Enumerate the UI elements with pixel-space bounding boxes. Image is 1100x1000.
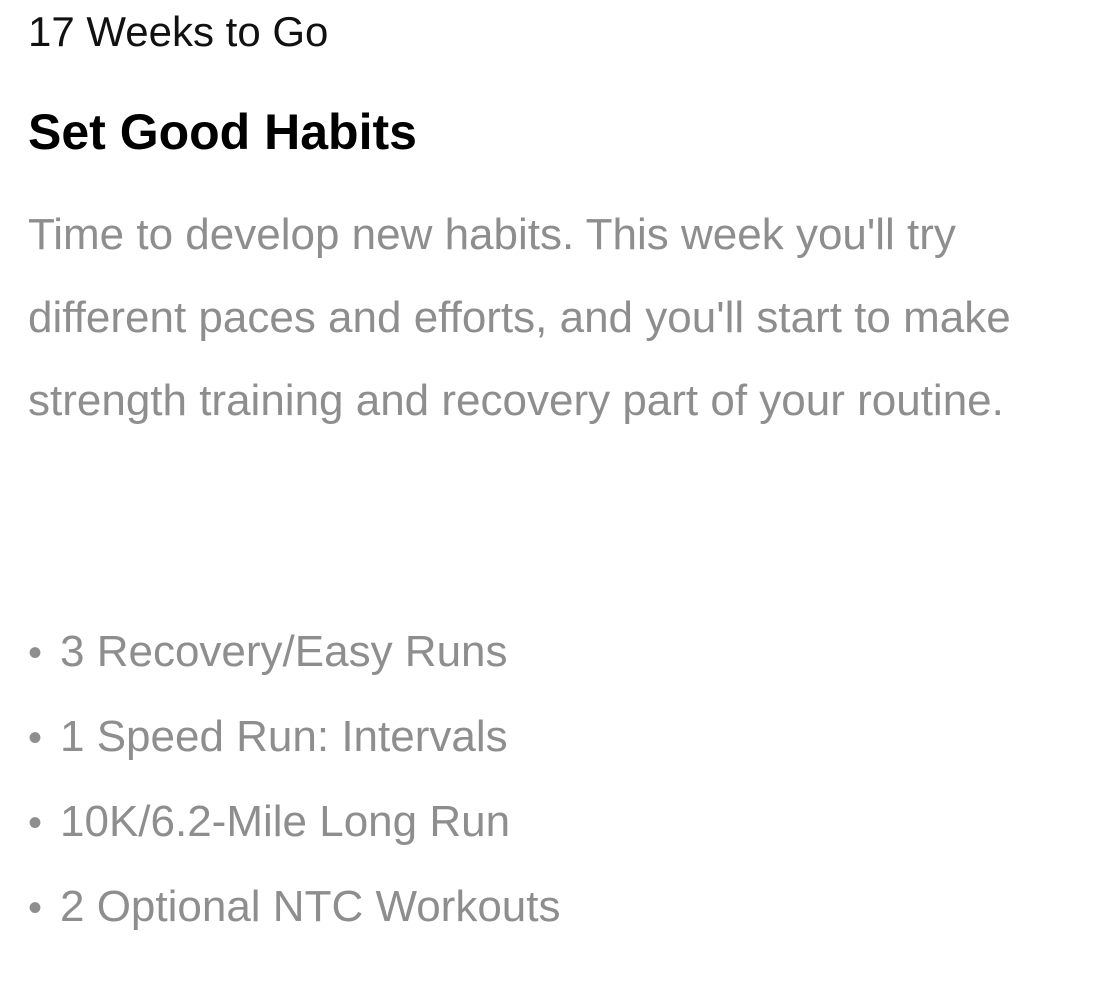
workout-item: • 1 Speed Run: Intervals [28, 695, 560, 780]
week-plan-screen: 17 Weeks to Go Set Good Habits Time to d… [0, 0, 1100, 1000]
bullet-icon: • [28, 801, 43, 845]
workout-item: • 10K/6.2-Mile Long Run [28, 780, 560, 865]
workout-label: 1 Speed Run: Intervals [60, 712, 508, 761]
week-description: Time to develop new habits. This week yo… [28, 210, 1011, 425]
weeks-to-go-label: 17 Weeks to Go [28, 8, 329, 55]
bullet-icon: • [28, 631, 43, 675]
bullet-icon: • [28, 886, 43, 930]
workout-item: • 2 Optional NTC Workouts [28, 865, 560, 950]
workout-label: 2 Optional NTC Workouts [60, 882, 561, 931]
workout-list: • 3 Recovery/Easy Runs • 1 Speed Run: Inte… [28, 610, 560, 950]
workout-label: 10K/6.2-Mile Long Run [60, 797, 511, 846]
workout-label: 3 Recovery/Easy Runs [60, 627, 508, 676]
workout-item: • 3 Recovery/Easy Runs [28, 610, 560, 695]
bullet-icon: • [28, 716, 43, 760]
week-title: Set Good Habits [28, 104, 417, 160]
